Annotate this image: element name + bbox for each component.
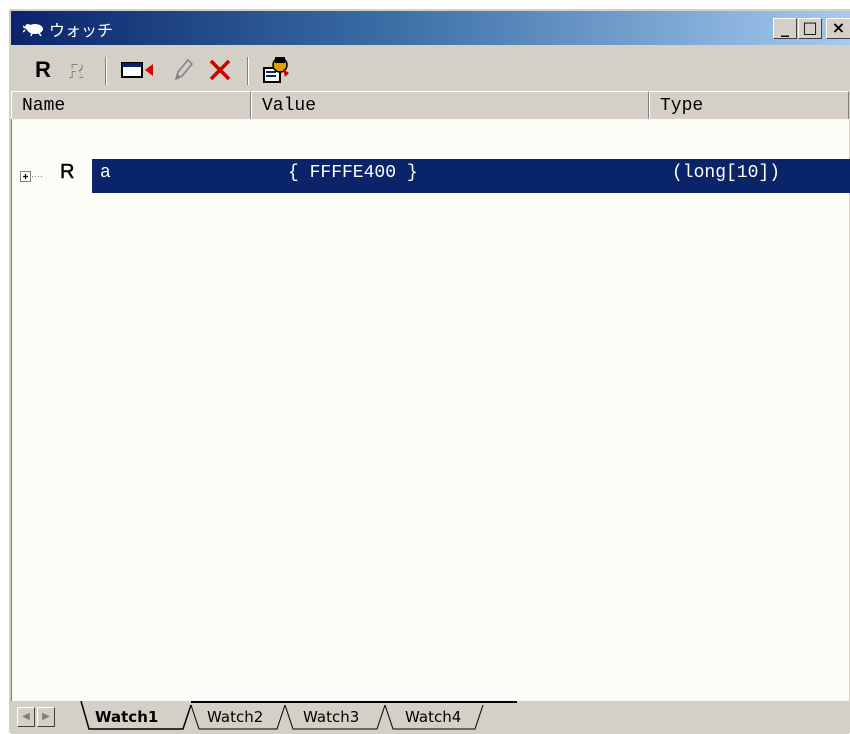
tab-strip: ◀ ▶ Watch1 Watch2 Watch3 Watch4 [11, 701, 849, 734]
row-name: a [100, 163, 111, 183]
watch-add-icon [121, 62, 153, 78]
watch-list[interactable]: R a { FFFFE400 } (long[10]) [11, 119, 850, 701]
column-header-value[interactable]: Value [251, 91, 649, 121]
tab-watch2[interactable]: Watch2 [207, 708, 263, 726]
toolbar-separator [105, 57, 107, 85]
add-watch-button[interactable] [119, 55, 157, 85]
row-value: { FFFFE400 } [288, 163, 418, 183]
pencil-icon [174, 58, 194, 81]
delete-x-icon [209, 59, 231, 81]
tab-watch1[interactable]: Watch1 [95, 708, 158, 726]
minimize-button[interactable]: _ [773, 18, 797, 39]
row-type: (long[10]) [672, 163, 781, 183]
expand-plus-icon[interactable] [20, 168, 46, 184]
radix-r-label: R [35, 57, 51, 82]
column-header-type[interactable]: Type [649, 91, 849, 121]
title-bar[interactable]: ウォッチ _ □ × [11, 11, 850, 45]
watch-window-icon [23, 24, 43, 37]
radix-disabled-button[interactable]: R [63, 55, 87, 85]
edit-value-button[interactable] [167, 55, 197, 85]
window-title: ウォッチ [49, 21, 114, 40]
watch-window: ウォッチ _ □ × R R Name Value Type R a {FFF… [8, 8, 850, 734]
tab-watch3[interactable]: Watch3 [303, 708, 359, 726]
maximize-button[interactable]: □ [798, 18, 822, 39]
column-header-row: Name Value Type [11, 91, 849, 121]
radix-button[interactable]: R [31, 55, 55, 85]
tab-scroll-right-button[interactable]: ▶ [37, 707, 55, 727]
delete-button[interactable] [205, 55, 235, 85]
settings-button[interactable] [259, 55, 295, 85]
radix-icon: R [60, 161, 75, 184]
toolbar-separator-2 [247, 57, 249, 85]
toolbar: R R [11, 49, 850, 91]
close-button[interactable]: × [826, 18, 850, 39]
radix-r-disabled-label: R [67, 57, 83, 82]
tab-watch4[interactable]: Watch4 [405, 708, 461, 726]
tab-scroll-left-button[interactable]: ◀ [17, 707, 35, 727]
column-header-name[interactable]: Name [11, 91, 251, 121]
properties-icon [263, 57, 289, 83]
